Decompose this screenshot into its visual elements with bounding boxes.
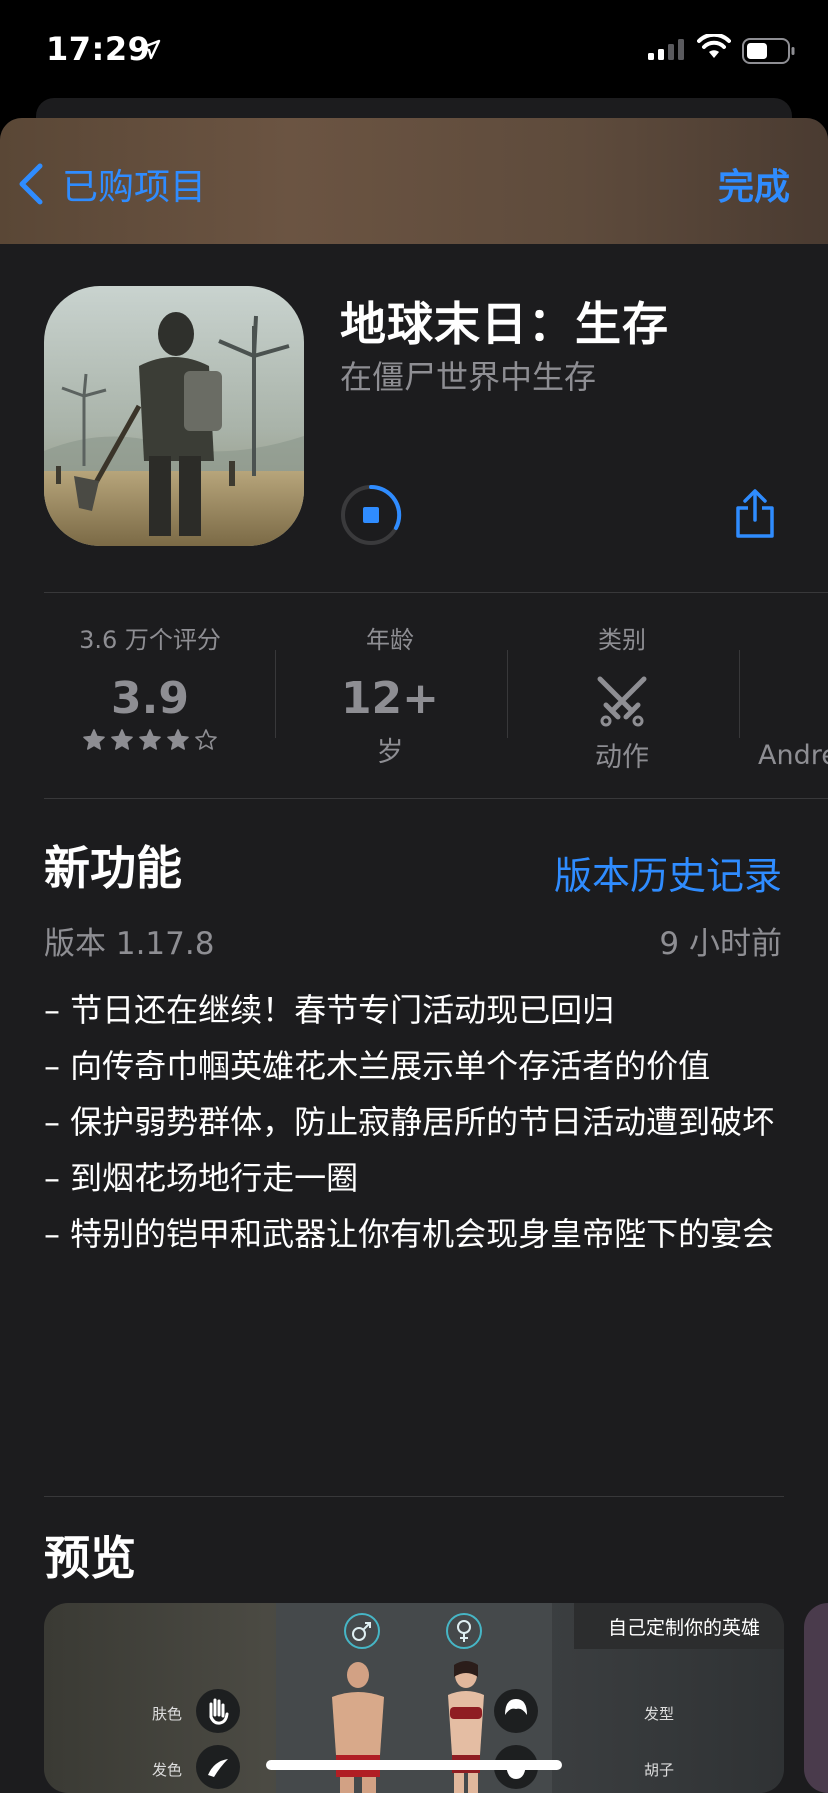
developer-name: Andre <box>758 740 828 771</box>
star-filled-icon <box>83 729 105 750</box>
release-note: – 到烟花场地行走一圈 <box>44 1159 359 1197</box>
status-time: 17:29 <box>46 30 151 68</box>
release-note: – 保护弱势群体，防止寂静居所的节日活动遭到破坏 <box>44 1103 775 1141</box>
age-unit: 岁 <box>376 737 404 768</box>
hair-color-icon <box>196 1745 240 1789</box>
home-indicator[interactable] <box>266 1760 562 1770</box>
star-filled-icon <box>111 729 133 750</box>
hairstyle-label: 发型 <box>644 1705 675 1723</box>
preview-title: 预览 <box>44 1531 136 1585</box>
star-filled-icon <box>167 729 189 750</box>
preview-banner: 自己定制你的英雄 <box>607 1617 760 1639</box>
category-value: 动作 <box>595 742 649 773</box>
skin-label: 肤色 <box>152 1705 183 1723</box>
share-icon[interactable] <box>734 488 776 540</box>
nav-bar: 已购项目 完成 <box>0 118 828 244</box>
star-empty-icon <box>195 729 217 750</box>
app-subtitle: 在僵尸世界中生存 <box>340 358 597 396</box>
ratings-stat[interactable]: 3.6 万个评分 3.9 <box>50 620 250 752</box>
crossed-swords-icon <box>597 676 647 727</box>
age-caption: 年龄 <box>366 626 414 654</box>
stat-divider <box>739 650 740 738</box>
category-caption: 类别 <box>598 626 646 654</box>
stat-divider <box>507 650 508 738</box>
beard-label: 胡子 <box>644 1761 675 1779</box>
location-arrow-icon <box>139 39 161 60</box>
category-stat[interactable]: 类别 动作 <box>522 620 722 774</box>
rating-stars <box>50 728 250 752</box>
stat-divider <box>275 650 276 738</box>
rating-value: 3.9 <box>111 673 189 724</box>
next-preview-screenshot[interactable] <box>804 1603 828 1793</box>
release-note: – 节日还在继续！春节专门活动现已回归 <box>44 991 615 1029</box>
done-button[interactable]: 完成 <box>718 158 790 210</box>
release-notes: – 节日还在继续！春节专门活动现已回归 – 向传奇巾帼英雄花木兰展示单个存活者的… <box>44 982 784 1262</box>
developer-stat[interactable]: Andre <box>758 740 828 771</box>
release-note: – 向传奇巾帼英雄花木兰展示单个存活者的价值 <box>44 1047 711 1085</box>
status-bar: 17:29 <box>0 0 828 100</box>
version-history-link[interactable]: 版本历史记录 <box>554 845 782 900</box>
battery-icon <box>742 38 795 64</box>
app-icon <box>44 286 304 546</box>
update-time: 9 小时前 <box>659 926 782 962</box>
male-icon <box>344 1613 380 1649</box>
age-stat[interactable]: 年龄 12+ 岁 <box>290 620 490 769</box>
divider <box>44 798 828 799</box>
star-filled-icon <box>139 729 161 750</box>
male-character <box>332 1662 384 1793</box>
app-detail-sheet: 已购项目 完成 地球末日：生存 在僵尸世界中生存 3.6 万个评分 3.9 年龄… <box>0 118 828 1793</box>
divider <box>44 1496 784 1497</box>
app-title: 地球末日：生存 <box>340 297 669 351</box>
hair-color-label: 发色 <box>152 1761 183 1779</box>
age-value: 12+ <box>340 673 440 724</box>
chevron-left-icon <box>19 163 43 205</box>
version-number: 版本 1.17.8 <box>44 926 215 962</box>
divider <box>44 592 828 593</box>
hairstyle-icon <box>494 1689 538 1733</box>
female-icon <box>446 1613 482 1649</box>
release-note: – 特别的铠甲和武器让你有机会现身皇帝陛下的宴会 <box>44 1215 775 1253</box>
back-label: 已购项目 <box>62 167 207 208</box>
hand-icon <box>196 1689 240 1733</box>
wifi-icon <box>697 34 731 58</box>
download-stop-button[interactable] <box>340 484 402 546</box>
whats-new-title: 新功能 <box>44 841 182 895</box>
cellular-signal-icon <box>648 39 684 60</box>
ratings-count: 3.6 万个评分 <box>79 626 221 654</box>
back-button[interactable]: 已购项目 <box>18 158 206 210</box>
female-character <box>448 1661 484 1793</box>
